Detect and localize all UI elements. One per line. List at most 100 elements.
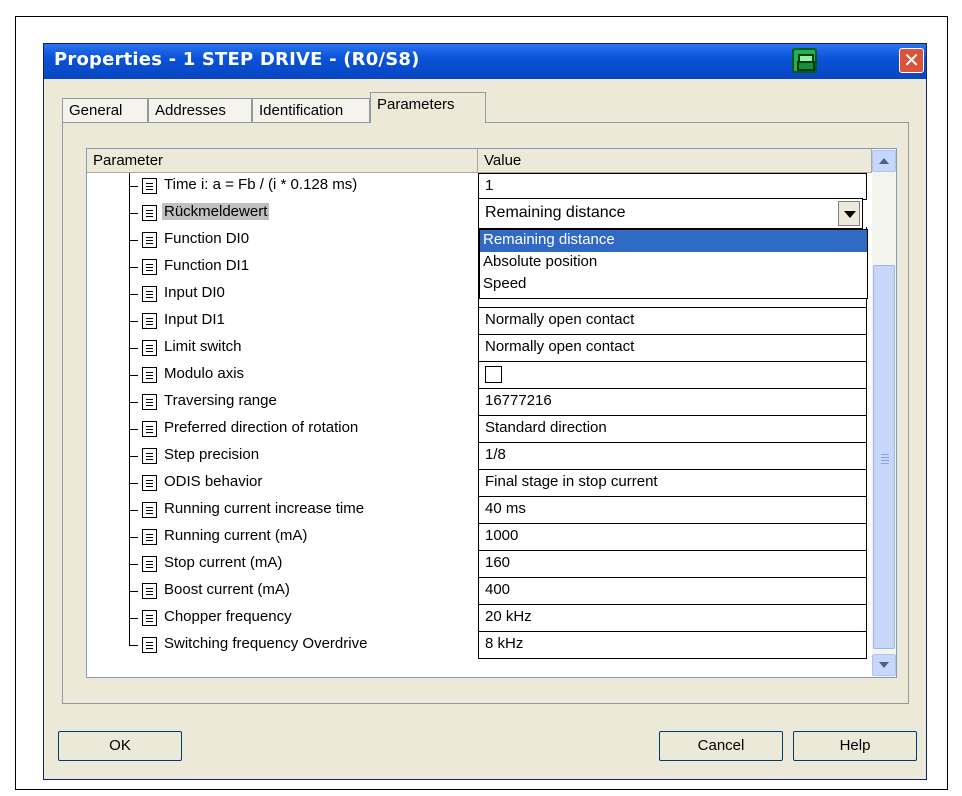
ok-button[interactable]: OK — [58, 731, 182, 761]
parameter-name: Modulo axis — [164, 365, 245, 382]
properties-dialog: Properties - 1 STEP DRIVE - (R0/S8) ✕ Ge… — [43, 43, 927, 780]
tree-connector — [129, 645, 138, 646]
tree-connector — [129, 186, 138, 187]
parameter-doc-icon — [142, 475, 157, 491]
parameter-name: Input DI0 — [164, 284, 225, 301]
parameter-value[interactable]: Final stage in stop current — [478, 470, 867, 497]
grip-line — [881, 463, 889, 464]
close-button[interactable]: ✕ — [899, 48, 924, 73]
parameter-value[interactable]: 16777216 — [478, 389, 867, 416]
parameter-doc-icon — [142, 178, 157, 194]
scroll-up-icon[interactable] — [872, 150, 896, 172]
parameter-doc-icon — [142, 340, 157, 356]
parameter-value[interactable]: Normally open contact — [478, 335, 867, 362]
window-title: Properties - 1 STEP DRIVE - (R0/S8) — [54, 49, 420, 70]
tree-connector — [129, 591, 138, 592]
parameter-value[interactable]: Standard direction — [478, 416, 867, 443]
table-row[interactable]: Step precision 1/8 — [87, 443, 867, 470]
dropdown-option[interactable]: Speed — [480, 274, 867, 296]
parameter-value[interactable]: 8 kHz — [478, 632, 867, 659]
parameter-doc-icon — [142, 313, 157, 329]
tree-connector — [129, 618, 138, 619]
parameter-name: Rückmeldewert — [162, 203, 270, 220]
tree-connector — [129, 240, 138, 241]
tree-connector — [129, 375, 138, 376]
parameter-value[interactable]: 20 kHz — [478, 605, 867, 632]
parameter-value[interactable] — [478, 362, 867, 389]
parameter-doc-icon — [142, 448, 157, 464]
table-row[interactable]: Running current increase time 40 ms — [87, 497, 867, 524]
parameter-name: Function DI1 — [164, 257, 250, 274]
parameter-doc-icon — [142, 610, 157, 626]
tree-connector — [129, 456, 138, 457]
parameter-name: Limit switch — [164, 338, 242, 355]
vertical-scrollbar[interactable] — [872, 149, 896, 677]
parameter-doc-icon — [142, 529, 157, 545]
feedback-value-combobox[interactable]: Remaining distance — [478, 198, 863, 229]
scroll-down-icon[interactable] — [872, 654, 896, 676]
table-row[interactable]: Traversing range 16777216 — [87, 389, 867, 416]
table-row[interactable]: Boost current (mA) 400 — [87, 578, 867, 605]
dropdown-option[interactable]: Remaining distance — [480, 230, 867, 252]
table-row[interactable]: Limit switch Normally open contact — [87, 335, 867, 362]
grip-line — [881, 460, 889, 461]
printer-icon[interactable] — [792, 48, 817, 73]
table-row[interactable]: Preferred direction of rotation Standard … — [87, 416, 867, 443]
parameter-doc-icon — [142, 394, 157, 410]
tab-identification[interactable]: Identification — [252, 98, 370, 122]
tree-connector — [129, 267, 138, 268]
parameter-doc-icon — [142, 367, 157, 383]
table-row[interactable]: Stop current (mA) 160 — [87, 551, 867, 578]
tab-parameters[interactable]: Parameters — [370, 92, 486, 123]
parameter-name: Running current (mA) — [164, 527, 308, 544]
title-bar[interactable]: Properties - 1 STEP DRIVE - (R0/S8) ✕ — [44, 44, 926, 79]
parameter-name: Running current increase time — [164, 500, 365, 517]
table-row[interactable]: Modulo axis — [87, 362, 867, 389]
dropdown-option[interactable]: Absolute position — [480, 252, 867, 274]
table-row[interactable]: Chopper frequency 20 kHz — [87, 605, 867, 632]
parameter-name: Preferred direction of rotation — [164, 419, 359, 436]
tree-connector — [129, 483, 138, 484]
parameter-value[interactable]: 1000 — [478, 524, 867, 551]
tree-connector — [129, 213, 138, 214]
parameter-doc-icon — [142, 259, 157, 275]
parameter-name: ODIS behavior — [164, 473, 263, 490]
tab-general[interactable]: General — [62, 98, 148, 122]
table-row[interactable]: ODIS behavior Final stage in stop current — [87, 470, 867, 497]
table-row[interactable]: Running current (mA) 1000 — [87, 524, 867, 551]
tree-connector — [129, 510, 138, 511]
help-button[interactable]: Help — [793, 731, 917, 761]
column-header-parameter[interactable]: Parameter — [87, 149, 478, 173]
parameter-value[interactable]: 160 — [478, 551, 867, 578]
tree-connector — [129, 564, 138, 565]
parameter-value[interactable]: 400 — [478, 578, 867, 605]
tree-connector — [129, 429, 138, 430]
parameter-doc-icon — [142, 502, 157, 518]
tab-addresses[interactable]: Addresses — [148, 98, 252, 122]
parameter-name: Switching frequency Overdrive — [164, 635, 368, 652]
parameter-name: Time i: a = Fb / (i * 0.128 ms) — [164, 176, 358, 193]
combobox-value: Remaining distance — [485, 204, 626, 221]
column-header-value[interactable]: Value — [478, 149, 872, 173]
parameter-value[interactable]: 1 — [478, 173, 867, 200]
parameter-doc-icon — [142, 556, 157, 572]
chevron-down-icon[interactable] — [838, 201, 860, 226]
parameter-doc-icon — [142, 583, 157, 599]
parameter-value[interactable]: Normally open contact — [478, 308, 867, 335]
parameter-value[interactable]: 40 ms — [478, 497, 867, 524]
parameter-name: Input DI1 — [164, 311, 225, 328]
table-row[interactable]: Switching frequency Overdrive 8 kHz — [87, 632, 867, 659]
tree-connector — [129, 348, 138, 349]
tree-connector — [129, 294, 138, 295]
grip-line — [881, 454, 889, 455]
parameter-doc-icon — [142, 637, 157, 653]
parameter-doc-icon — [142, 232, 157, 248]
parameter-name: Stop current (mA) — [164, 554, 283, 571]
scroll-thumb[interactable] — [873, 265, 895, 649]
cancel-button[interactable]: Cancel — [659, 731, 783, 761]
table-row[interactable]: Input DI1 Normally open contact — [87, 308, 867, 335]
parameter-value[interactable]: 1/8 — [478, 443, 867, 470]
parameter-name: Function DI0 — [164, 230, 250, 247]
modulo-axis-checkbox[interactable] — [485, 366, 502, 383]
table-row[interactable]: Time i: a = Fb / (i * 0.128 ms) 1 — [87, 173, 867, 200]
